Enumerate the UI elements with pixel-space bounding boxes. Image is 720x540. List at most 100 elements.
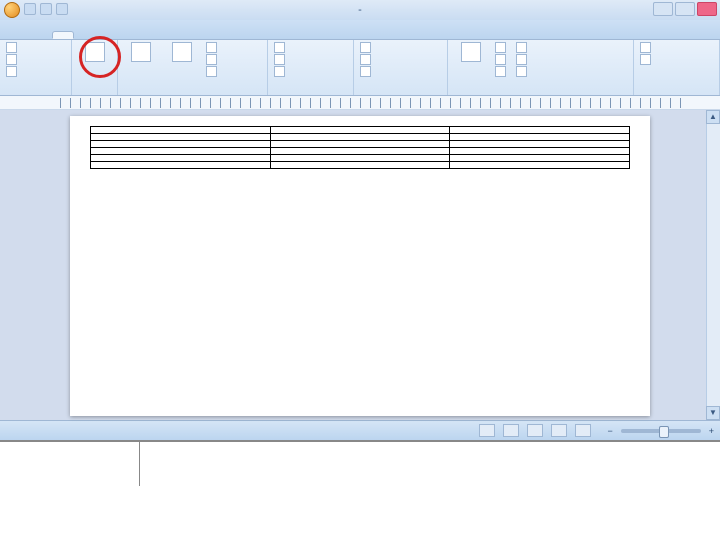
sayfa-numarasi-button[interactable] <box>358 66 443 77</box>
qat-undo-icon[interactable] <box>40 3 52 15</box>
tarih-saat-button[interactable] <box>514 54 532 65</box>
zoom-out-button[interactable]: − <box>607 426 612 436</box>
table-row <box>91 141 630 148</box>
view-print-layout-button[interactable] <box>479 424 495 437</box>
status-bar: − + <box>0 420 720 440</box>
page-break-icon <box>6 66 17 77</box>
hizli-parcalar-button[interactable] <box>493 42 511 53</box>
kucuk-resim-button[interactable] <box>163 42 201 63</box>
view-draft-button[interactable] <box>575 424 591 437</box>
close-button[interactable] <box>697 2 717 16</box>
table-header[interactable] <box>450 127 630 134</box>
hyperlink-icon <box>274 42 285 53</box>
qat-save-icon[interactable] <box>24 3 36 15</box>
tab-basvurular[interactable] <box>98 33 118 39</box>
table-header[interactable] <box>91 127 271 134</box>
slide-title-row <box>0 486 720 540</box>
maximize-button[interactable] <box>675 2 695 16</box>
tab-gozden-gecir[interactable] <box>142 33 162 39</box>
blank-page-icon <box>6 54 17 65</box>
zoom-in-button[interactable]: + <box>709 426 714 436</box>
tab-giris[interactable] <box>30 33 50 39</box>
crossref-icon <box>274 66 285 77</box>
horizontal-ruler[interactable] <box>0 96 720 110</box>
tab-ekle[interactable] <box>52 31 74 39</box>
group-metin <box>448 40 634 95</box>
scroll-down-button[interactable]: ▼ <box>706 406 720 420</box>
wordart-icon <box>495 54 506 65</box>
tab-gorunum[interactable] <box>164 33 184 39</box>
resim-button[interactable] <box>122 42 160 63</box>
minimize-button[interactable] <box>653 2 673 16</box>
qat-redo-icon[interactable] <box>56 3 68 15</box>
chart-icon <box>206 66 217 77</box>
footer-icon <box>360 54 371 65</box>
denklem-button[interactable] <box>638 42 715 53</box>
smartart-icon <box>206 54 217 65</box>
window-controls <box>653 2 717 16</box>
tab-sayfa-duzeni[interactable] <box>76 33 96 39</box>
view-web-layout-button[interactable] <box>527 424 543 437</box>
group-label-simgeler <box>638 94 715 95</box>
table-header-row <box>91 127 630 134</box>
scroll-up-button[interactable]: ▲ <box>706 110 720 124</box>
ribbon-tabs <box>0 20 720 40</box>
group-ustalt <box>354 40 448 95</box>
group-cizimler <box>118 40 268 95</box>
student-table[interactable] <box>90 126 630 169</box>
sekiller-button[interactable] <box>204 42 222 53</box>
page[interactable] <box>70 116 650 416</box>
table-row <box>91 148 630 155</box>
vertical-scrollbar[interactable] <box>706 110 720 420</box>
picture-icon <box>131 42 151 62</box>
clipart-icon <box>172 42 192 62</box>
page-icon <box>6 42 17 53</box>
kapak-sayfasi-button[interactable] <box>4 42 67 53</box>
yer-isareti-button[interactable] <box>272 54 349 65</box>
group-label-metin <box>452 94 629 95</box>
sayfa-sonu-button[interactable] <box>4 66 67 77</box>
title-bar: - <box>0 0 720 20</box>
group-label-ustalt <box>358 94 443 95</box>
simge-button[interactable] <box>638 54 715 65</box>
ustbilgi-button[interactable] <box>358 42 443 53</box>
caption-box-title <box>0 442 140 486</box>
datetime-icon <box>516 54 527 65</box>
grafik-button[interactable] <box>204 66 222 77</box>
table-icon <box>85 42 105 62</box>
group-label-tablolar <box>76 94 113 95</box>
equation-icon <box>640 42 651 53</box>
header-icon <box>360 42 371 53</box>
shapes-icon <box>206 42 217 53</box>
wordart-button[interactable] <box>493 54 511 65</box>
zoom-slider[interactable] <box>621 429 701 433</box>
tablo-button[interactable] <box>76 42 113 63</box>
capraz-basvuru-button[interactable] <box>272 66 349 77</box>
table-row <box>91 134 630 141</box>
slide-caption-row <box>0 440 720 486</box>
group-sayfalar <box>0 40 72 95</box>
table-header[interactable] <box>270 127 450 134</box>
baslangici-buyut-button[interactable] <box>493 66 511 77</box>
kopru-button[interactable] <box>272 42 349 53</box>
object-icon <box>516 66 527 77</box>
view-outline-button[interactable] <box>551 424 567 437</box>
imza-satiri-button[interactable] <box>514 42 532 53</box>
symbol-icon <box>640 54 651 65</box>
group-baglantilar <box>268 40 354 95</box>
tab-postalar[interactable] <box>120 33 140 39</box>
metin-kutusu-button[interactable] <box>452 42 490 63</box>
altbilgi-button[interactable] <box>358 54 443 65</box>
bookmark-icon <box>274 54 285 65</box>
table-row <box>91 155 630 162</box>
smartart-button[interactable] <box>204 54 222 65</box>
group-simgeler <box>634 40 720 95</box>
bos-sayfa-button[interactable] <box>4 54 67 65</box>
pagenum-icon <box>360 66 371 77</box>
ribbon <box>0 40 720 96</box>
view-full-screen-button[interactable] <box>503 424 519 437</box>
group-label-sayfalar <box>4 94 67 95</box>
caption-box-text <box>140 442 720 486</box>
office-button[interactable] <box>4 2 20 18</box>
nesne-button[interactable] <box>514 66 532 77</box>
